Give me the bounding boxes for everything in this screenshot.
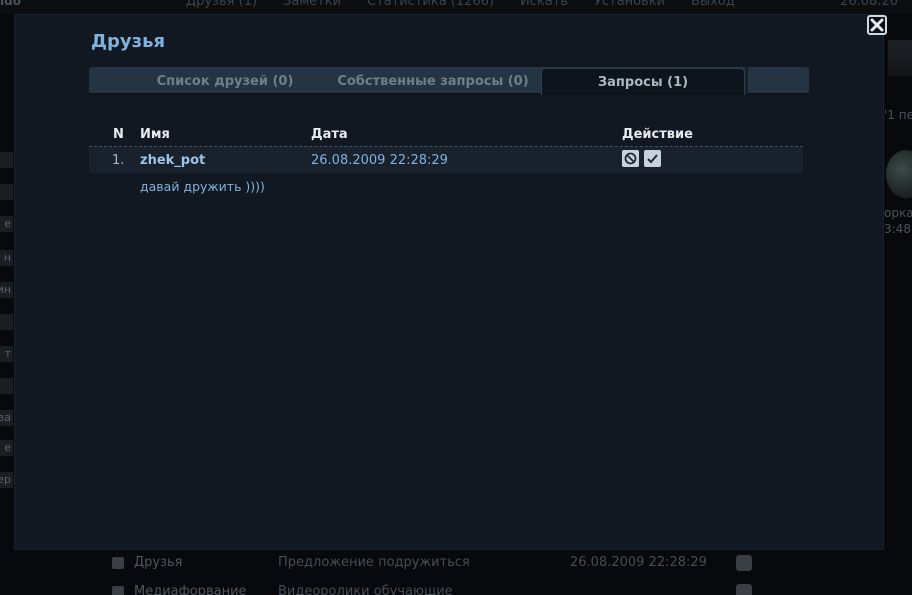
nav-friends: Друзья (1) xyxy=(186,0,258,9)
friends-modal: Друзья Список друзей (0) Собственные зап… xyxy=(14,14,887,550)
background-right-text: '1 пе xyxy=(884,108,912,122)
background-logo: ido xyxy=(0,0,21,8)
background-avatar xyxy=(886,150,912,198)
column-header-action: Действие xyxy=(622,127,693,142)
background-list-row: Медиафорвание Видеоролики обучающие xyxy=(110,582,770,595)
request-date: 26.08.2009 22:28:29 xyxy=(311,153,448,168)
row-actions xyxy=(622,150,666,167)
nav-notes: Заметки xyxy=(283,0,342,9)
left-tab xyxy=(0,152,13,168)
tab-friends-list[interactable]: Список друзей (0) xyxy=(89,67,361,95)
tab-bar: Список друзей (0) Собственные запросы (0… xyxy=(89,67,809,95)
left-tab: т xyxy=(0,346,13,362)
left-tab: ин xyxy=(0,282,13,298)
nav-search: Искать xyxy=(520,0,568,9)
tab-own-requests[interactable]: Собственные запросы (0) xyxy=(327,67,539,95)
left-tab: е xyxy=(0,216,13,232)
left-tab: за xyxy=(0,410,13,426)
friend-name-link[interactable]: zhek_pot xyxy=(140,153,205,168)
background-thumbnail xyxy=(888,40,912,76)
background-date: 26.08.20 xyxy=(840,0,898,9)
requests-table: N Имя Дата Действие 1. zhek_pot 26.08.20… xyxy=(89,125,803,194)
accept-button[interactable] xyxy=(644,150,661,167)
background-trash-icon xyxy=(736,584,752,595)
table-header: N Имя Дата Действие xyxy=(89,125,803,147)
left-tab: е xyxy=(0,440,13,456)
reject-icon xyxy=(624,152,637,165)
table-row: 1. zhek_pot 26.08.2009 22:28:29 xyxy=(89,147,803,173)
background-nav: Друзья (1) Заметки Статистика (1266) Иск… xyxy=(186,0,761,9)
accept-check-icon xyxy=(647,154,658,164)
left-tab xyxy=(0,378,13,394)
nav-settings: Установки xyxy=(593,0,665,9)
left-tab: ер xyxy=(0,472,13,488)
background-right-text: 3:48 xyxy=(884,222,911,236)
column-header-name: Имя xyxy=(140,127,170,142)
tab-requests[interactable]: Запросы (1) xyxy=(541,68,745,95)
background-trash-icon xyxy=(736,555,752,571)
nav-statistics: Статистика (1266) xyxy=(367,0,495,9)
reject-button[interactable] xyxy=(622,150,639,167)
column-header-n: N xyxy=(113,127,124,142)
background-right-text: орка xyxy=(884,206,912,220)
tab-divider xyxy=(745,67,748,95)
left-tab: н xyxy=(0,250,13,266)
left-tab xyxy=(0,314,13,330)
close-icon xyxy=(870,18,884,32)
background-checkbox xyxy=(112,557,124,569)
row-number: 1. xyxy=(112,153,125,168)
background-checkbox xyxy=(112,586,124,595)
nav-exit: Выход xyxy=(691,0,735,9)
request-message: давай дружить )))) xyxy=(140,179,265,194)
background-top-bar: ido Друзья (1) Заметки Статистика (1266)… xyxy=(0,0,912,14)
close-button[interactable] xyxy=(867,15,887,35)
column-header-date: Дата xyxy=(311,127,348,142)
background-list-row: Друзья Предложение подружиться 26.08.200… xyxy=(110,553,770,575)
background-right-column: '1 пе орка 3:48 xyxy=(884,40,912,240)
left-tab xyxy=(0,184,13,200)
modal-title: Друзья xyxy=(91,31,166,52)
